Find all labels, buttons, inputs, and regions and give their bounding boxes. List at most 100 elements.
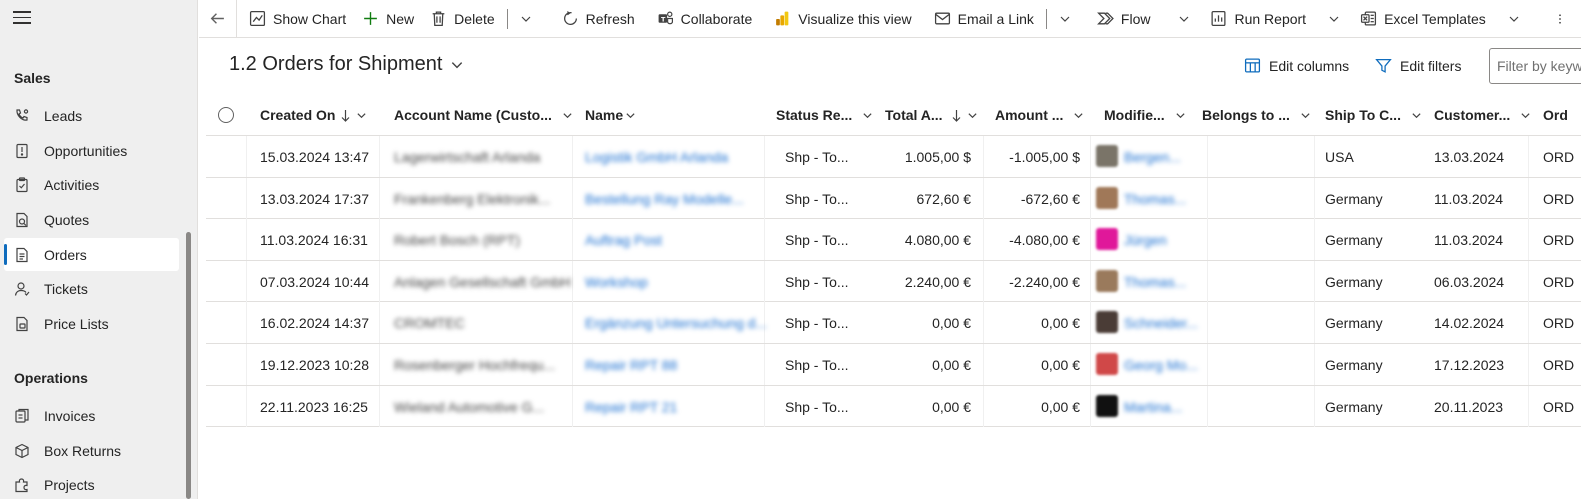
hamburger-menu-icon[interactable] — [13, 11, 31, 25]
more-vertical-icon — [1558, 13, 1561, 24]
cell-account-name[interactable]: Frankenberg Elektronik... — [394, 191, 550, 207]
sidebar-item-quotes[interactable]: Quotes — [4, 203, 179, 236]
new-button[interactable]: New — [354, 0, 422, 38]
cell-order: ORD — [1543, 356, 1575, 373]
view-selector[interactable]: 1.2 Orders for Shipment — [229, 53, 464, 76]
cell-created-on: 19.12.2023 10:28 — [260, 356, 369, 373]
teams-icon: T — [658, 11, 673, 25]
sidebar-item-leads[interactable]: Leads — [4, 99, 179, 132]
column-divider — [764, 385, 765, 427]
column-header-account-name[interactable]: Account Name (Custo... — [394, 107, 573, 123]
cell-account-name[interactable]: Anlagen Gesellschaft GmbH — [394, 274, 571, 290]
column-divider — [1207, 219, 1208, 261]
cell-status-reason: Shp - To... — [785, 149, 849, 165]
flow-dropdown-button[interactable] — [1170, 0, 1198, 38]
column-header-belongs-to[interactable]: Belongs to ... — [1202, 107, 1311, 123]
column-header-ship-to-country[interactable]: Ship To C... — [1325, 107, 1422, 123]
column-divider — [1528, 343, 1529, 385]
sidebar-item-activities[interactable]: Activities — [4, 168, 179, 201]
cell-customer-date: 20.11.2023 — [1434, 398, 1504, 415]
flow-button[interactable]: Flow — [1089, 0, 1159, 38]
cell-account-name[interactable]: Wieland Automotive G... — [394, 399, 544, 415]
cell-account-name[interactable]: Rosenberger Hochfrequ... — [394, 357, 555, 373]
sidebar-item-orders[interactable]: Orders — [4, 238, 179, 271]
column-header-order[interactable]: Ord — [1543, 107, 1568, 123]
cell-account-name[interactable]: Lagerwirtschaft Arlanda — [394, 149, 540, 165]
cell-amount: -4.080,00 € — [1009, 232, 1080, 249]
show-chart-button[interactable]: Show Chart — [241, 0, 354, 38]
sidebar-scrollbar[interactable] — [186, 232, 191, 499]
cell-name[interactable]: Workshop — [585, 274, 648, 290]
cell-order: ORD — [1543, 232, 1575, 249]
column-header-status-reason[interactable]: Status Re... — [776, 107, 873, 123]
chevron-down-icon — [563, 112, 572, 118]
cell-name[interactable]: Ergänzung Untersuchung d... — [585, 315, 767, 331]
excel-templates-button[interactable]: Excel Templates — [1352, 0, 1494, 38]
cell-modified-by[interactable]: Thomas... — [1124, 191, 1186, 207]
column-divider — [246, 177, 247, 219]
cell-modified-by[interactable]: Thomas... — [1124, 274, 1186, 290]
excel-templates-dropdown-button[interactable] — [1500, 0, 1528, 38]
table-row[interactable]: 15.03.2024 13:47 Lagerwirtschaft Arlanda… — [206, 136, 1581, 178]
column-header-modified-by[interactable]: Modifie... — [1104, 107, 1186, 123]
cell-name[interactable]: Bestellung Ray Modelle... — [585, 191, 744, 207]
refresh-button[interactable]: Refresh — [554, 0, 643, 38]
back-arrow-icon — [210, 13, 224, 24]
delete-button[interactable]: Delete — [422, 0, 502, 38]
visualize-view-button[interactable]: Visualize this view — [766, 0, 919, 38]
cell-modified-by[interactable]: Schneider... — [1124, 315, 1198, 331]
column-divider — [983, 260, 984, 302]
cell-total-amount: 1.005,00 $ — [904, 149, 971, 165]
table-row[interactable]: 22.11.2023 16:25 Wieland Automotive G...… — [206, 385, 1581, 428]
column-header-customer-date[interactable]: Customer... — [1434, 107, 1531, 123]
more-commands-button[interactable] — [1546, 0, 1574, 38]
email-link-dropdown-button[interactable] — [1051, 0, 1079, 38]
grid-body: 15.03.2024 13:47 Lagerwirtschaft Arlanda… — [206, 136, 1581, 428]
filter-keyword-input[interactable] — [1489, 48, 1581, 84]
email-link-button[interactable]: Email a Link — [926, 0, 1042, 38]
cell-ship-to-country: Germany — [1325, 190, 1383, 207]
sidebar-item-box-returns[interactable]: Box Returns — [4, 434, 179, 467]
column-header-amount[interactable]: Amount ... — [995, 107, 1084, 123]
cell-total-amount: 0,00 € — [932, 315, 971, 332]
cell-name[interactable]: Auftrag Post — [585, 232, 662, 248]
table-row[interactable]: 16.02.2024 14:37 CROMTEC Ergänzung Unter… — [206, 302, 1581, 344]
column-divider — [572, 343, 573, 385]
back-button[interactable] — [199, 0, 237, 38]
edit-filters-button[interactable]: Edit filters — [1375, 57, 1461, 74]
collaborate-button[interactable]: T Collaborate — [649, 0, 761, 38]
sidebar-item-tickets[interactable]: Tickets — [4, 272, 179, 305]
delete-dropdown-button[interactable] — [512, 0, 540, 38]
order-icon — [14, 247, 30, 263]
cell-name[interactable]: Repair RPT 88 — [585, 357, 677, 373]
column-divider — [1314, 260, 1315, 302]
sidebar-item-price-lists[interactable]: Price Lists — [4, 307, 179, 340]
cell-account-name[interactable]: CROMTEC — [394, 315, 465, 331]
cell-modified-by[interactable]: Jürgen — [1124, 232, 1167, 248]
cell-modified-by[interactable]: Martina... — [1124, 399, 1182, 415]
column-header-name[interactable]: Name — [585, 107, 636, 123]
run-report-dropdown-button[interactable] — [1320, 0, 1348, 38]
cell-name[interactable]: Logistik GmbH Arlanda — [585, 149, 728, 165]
cell-name[interactable]: Repair RPT 21 — [585, 399, 677, 415]
sidebar-item-projects[interactable]: Projects — [4, 468, 179, 499]
column-divider — [983, 343, 984, 385]
column-header-created-on[interactable]: Created On — [260, 107, 367, 123]
cell-status-reason: Shp - To... — [785, 273, 849, 290]
select-all-checkbox[interactable] — [218, 107, 234, 123]
table-row[interactable]: 11.03.2024 16:31 Robert Bosch (RPT) Auft… — [206, 219, 1581, 261]
column-divider — [1528, 219, 1529, 261]
cell-total-amount: 0,00 € — [932, 356, 971, 373]
run-report-button[interactable]: Run Report — [1202, 0, 1314, 38]
column-divider — [983, 302, 984, 344]
table-row[interactable]: 19.12.2023 10:28 Rosenberger Hochfrequ..… — [206, 343, 1581, 386]
table-row[interactable]: 07.03.2024 10:44 Anlagen Gesellschaft Gm… — [206, 260, 1581, 303]
column-header-total-amount[interactable]: Total A... — [885, 107, 978, 123]
cell-modified-by[interactable]: Bergen... — [1124, 149, 1181, 165]
sidebar-item-invoices[interactable]: Invoices — [4, 399, 179, 432]
cell-account-name[interactable]: Robert Bosch (RPT) — [394, 232, 520, 248]
sidebar-item-opportunities[interactable]: Opportunities — [4, 134, 179, 167]
edit-columns-button[interactable]: Edit columns — [1244, 57, 1349, 74]
table-row[interactable]: 13.03.2024 17:37 Frankenberg Elektronik.… — [206, 177, 1581, 220]
cell-modified-by[interactable]: Georg Mo... — [1124, 357, 1198, 373]
